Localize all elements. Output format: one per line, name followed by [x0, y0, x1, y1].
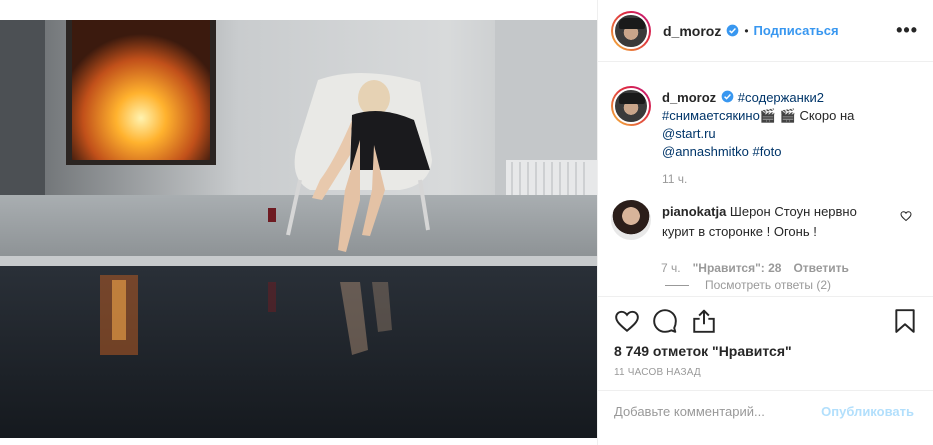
hashtag-link[interactable]: #содержанки2: [738, 90, 824, 105]
separator-dot: •: [744, 23, 749, 38]
divider: [598, 390, 933, 391]
instagram-post: d_moroz • Подписаться ••• d_moroz #содер…: [0, 0, 933, 445]
reply-button[interactable]: Ответить: [793, 258, 848, 278]
comment-meta: 7 ч. "Нравится": 28 Ответить: [661, 258, 887, 278]
commenter-avatar[interactable]: [611, 200, 651, 240]
author-avatar[interactable]: [611, 10, 651, 51]
hashtag-link[interactable]: #foto: [753, 144, 782, 159]
caption-text: d_moroz #содержанки2 #снимаетсякино🎬 🎬 С…: [662, 89, 912, 188]
comment-like-heart-icon[interactable]: [900, 210, 912, 222]
mention-link[interactable]: @start.ru: [662, 126, 716, 141]
comment-likes[interactable]: "Нравится": 28: [693, 258, 782, 278]
comment-input[interactable]: Добавьте комментарий...: [614, 404, 765, 419]
post-header: d_moroz • Подписаться •••: [598, 0, 933, 62]
bookmark-icon[interactable]: [892, 308, 918, 334]
comment-icon[interactable]: [652, 308, 678, 334]
more-options-icon[interactable]: •••: [896, 20, 918, 41]
caption-fragment: 🎬 🎬 Скоро на: [759, 108, 855, 123]
author-username[interactable]: d_moroz: [663, 23, 721, 39]
divider: [598, 296, 933, 297]
post-image: [0, 20, 597, 438]
replies-divider-line: [665, 284, 689, 286]
post-photo[interactable]: [0, 20, 597, 438]
share-icon[interactable]: [691, 308, 717, 334]
comment-form: Добавьте комментарий... Опубликовать: [614, 404, 914, 419]
commenter-username[interactable]: pianokatja: [662, 204, 726, 219]
verified-badge-icon: [726, 24, 739, 37]
post-timestamp[interactable]: 11 ЧАСОВ НАЗАД: [614, 367, 701, 378]
comment-item: pianokatja Шерон Стоун нервно курит в ст…: [611, 200, 921, 278]
follow-button[interactable]: Подписаться: [754, 23, 839, 38]
post-sidebar: d_moroz • Подписаться ••• d_moroz #содер…: [597, 0, 933, 445]
view-replies-label[interactable]: Посмотреть ответы (2): [705, 278, 831, 292]
heart-icon[interactable]: [614, 308, 640, 334]
verified-badge-icon: [721, 90, 734, 103]
mention-link[interactable]: @annashmitko: [662, 144, 749, 159]
view-replies-button[interactable]: Посмотреть ответы (2): [665, 278, 831, 292]
post-caption: d_moroz #содержанки2 #снимаетсякино🎬 🎬 С…: [611, 86, 921, 188]
action-bar: [614, 308, 924, 334]
caption-time: 11 ч.: [662, 172, 688, 186]
publish-button[interactable]: Опубликовать: [821, 404, 914, 419]
hashtag-link[interactable]: #снимаетсякино: [662, 108, 760, 123]
comment-body: pianokatja Шерон Стоун нервно курит в ст…: [661, 202, 887, 278]
caption-username[interactable]: d_moroz: [662, 90, 716, 105]
caption-author-avatar[interactable]: [611, 86, 651, 126]
likes-count[interactable]: 8 749 отметок "Нравится": [614, 343, 792, 359]
comment-time: 7 ч.: [661, 261, 681, 275]
